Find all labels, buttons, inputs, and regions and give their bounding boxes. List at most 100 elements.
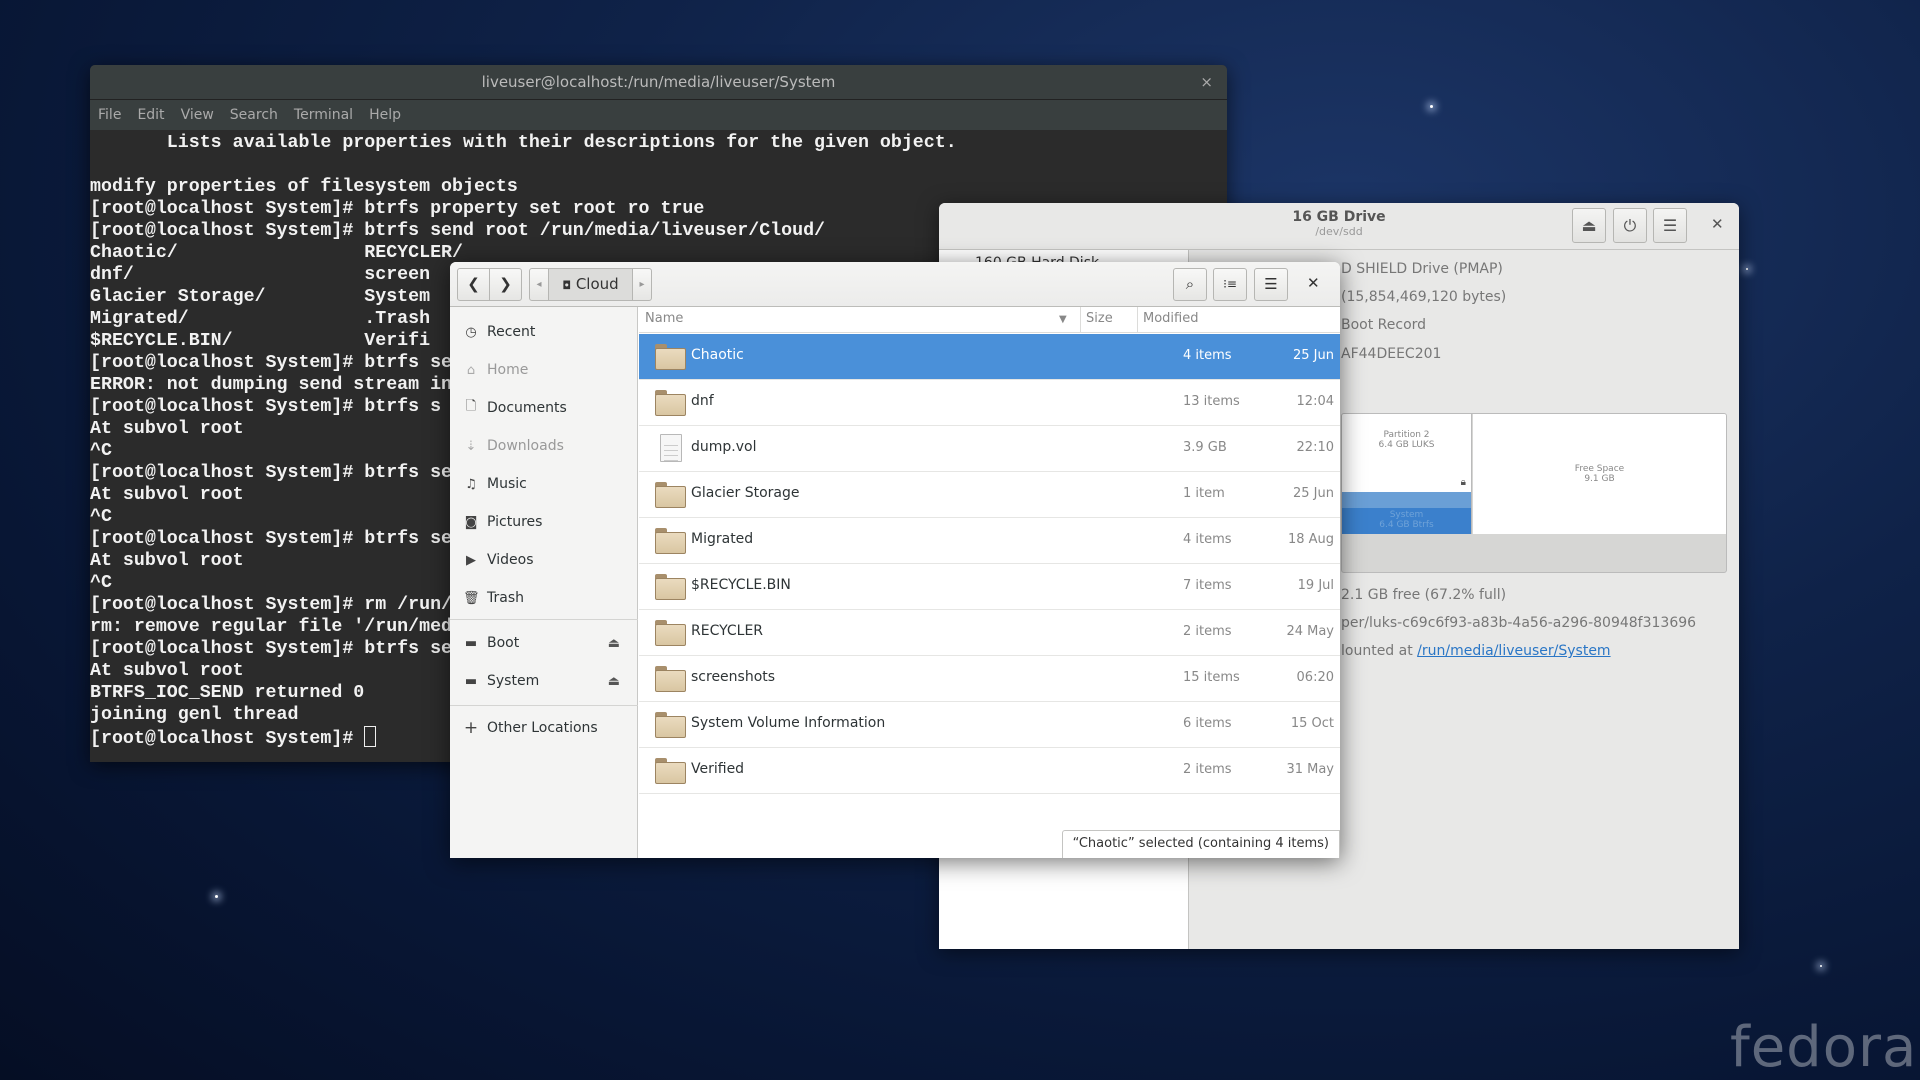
sidebar-item-trash[interactable]: 🗑︎ Trash <box>450 581 638 615</box>
path-scroll-left[interactable]: ◂ <box>529 268 549 301</box>
file-row[interactable]: System Volume Information 6 items 15 Oct <box>639 702 1340 748</box>
eject-icon[interactable]: ⏏ <box>608 636 620 651</box>
partition-name: Partition 2 <box>1383 430 1430 440</box>
file-row[interactable]: RECYCLER 2 items 24 May <box>639 610 1340 656</box>
sidebar-item-label: Pictures <box>487 514 543 530</box>
search-button[interactable]: ⌕ <box>1173 268 1207 301</box>
folder-icon <box>655 620 686 646</box>
terminal-menubar: File Edit View Search Terminal Help <box>90 100 1227 130</box>
terminal-line: modify properties of filesystem objects <box>90 177 518 197</box>
menu-view[interactable]: View <box>181 107 214 123</box>
forward-button[interactable]: ❯ <box>489 268 522 301</box>
menu-button[interactable]: ☰ <box>1254 268 1288 301</box>
sidebar-item-recent[interactable]: ◷ Recent <box>450 315 638 349</box>
places-sidebar: ◷ Recent ⌂ Home 🗋︎ Documents ⇣ Downloads ♫ Music ◙… <box>450 307 638 858</box>
volume-desc: 6.4 GB Btrfs <box>1379 520 1434 530</box>
drive-size: (15,854,469,120 bytes) <box>1341 289 1507 305</box>
sidebar-device-boot[interactable]: ▬ Boot ⏏ <box>450 626 638 660</box>
sidebar-item-home[interactable]: ⌂ Home <box>450 353 638 387</box>
folder-icon <box>655 758 686 784</box>
mount-label: lounted at <box>1341 643 1418 659</box>
folder-icon <box>655 528 686 554</box>
file-row[interactable]: Chaotic 4 items 25 Jun <box>639 334 1340 380</box>
column-size[interactable]: Size <box>1086 311 1113 326</box>
menu-file[interactable]: File <box>98 107 121 123</box>
file-size: 1 item <box>1183 486 1225 501</box>
back-button[interactable]: ❮ <box>457 268 490 301</box>
close-icon[interactable]: ✕ <box>1711 215 1724 233</box>
folder-icon <box>655 482 686 508</box>
file-row[interactable]: dnf 13 items 12:04 <box>639 380 1340 426</box>
menu-search[interactable]: Search <box>230 107 278 123</box>
menu-terminal[interactable]: Terminal <box>294 107 353 123</box>
file-row[interactable]: $RECYCLE.BIN 7 items 19 Jul <box>639 564 1340 610</box>
path-item-cloud[interactable]: ◘ Cloud <box>548 268 633 301</box>
sidebar-item-videos[interactable]: ▶ Videos <box>450 543 638 577</box>
file-name: System Volume Information <box>691 715 886 731</box>
sidebar-item-music[interactable]: ♫ Music <box>450 467 638 501</box>
free-name: Free Space <box>1574 464 1625 474</box>
power-off-button[interactable]: ⏻ <box>1613 208 1647 243</box>
free-space[interactable]: Free Space 9.1 GB <box>1473 414 1726 534</box>
folder-icon <box>655 390 686 416</box>
drive-partitioning: Boot Record <box>1341 317 1427 333</box>
terminal-titlebar[interactable]: liveuser@localhost:/run/media/liveuser/S… <box>90 65 1227 100</box>
file-modified: 19 Jul <box>1297 578 1334 593</box>
lock-icon: 🔒︎ <box>1460 477 1466 488</box>
home-icon: ⌂ <box>466 362 476 378</box>
menu-help[interactable]: Help <box>369 107 401 123</box>
file-modified: 25 Jun <box>1293 348 1334 363</box>
eject-icon[interactable]: ⏏ <box>608 674 620 689</box>
fedora-logo: fedora <box>1730 1015 1918 1080</box>
terminal-line: Lists available properties with their de… <box>90 133 957 153</box>
file-modified: 15 Oct <box>1290 716 1334 731</box>
files-window: ❮ ❯ ◂ ◘ Cloud ▸ ⌕ ⁝≡ ☰ ✕ ◷ Recent ⌂ Home 🗋︎ D… <box>450 262 1340 858</box>
star <box>215 895 218 898</box>
menu-icon: ☰ <box>1264 275 1278 293</box>
file-row[interactable]: screenshots 15 items 06:20 <box>639 656 1340 702</box>
file-size: 3.9 GB <box>1183 440 1227 455</box>
sidebar-device-system[interactable]: ▬ System ⏏ <box>450 664 638 698</box>
menu-edit[interactable]: Edit <box>137 107 164 123</box>
eject-button[interactable]: ⏏ <box>1572 208 1606 243</box>
file-name: Migrated <box>691 531 754 547</box>
sort-descending-icon[interactable]: ▼ <box>1059 314 1067 325</box>
folder-icon <box>655 574 686 600</box>
file-icon <box>660 434 682 462</box>
close-icon[interactable]: × <box>1200 65 1213 100</box>
music-icon: ♫ <box>465 476 477 492</box>
sidebar-item-documents[interactable]: 🗋︎ Documents <box>450 391 638 425</box>
drive-icon: ◘ <box>562 279 572 292</box>
system-volume[interactable]: System 6.4 GB Btrfs <box>1342 492 1472 534</box>
close-icon[interactable]: ✕ <box>1307 274 1320 292</box>
view-options-button[interactable]: ⁝≡ <box>1213 268 1247 301</box>
files-headerbar: ❮ ❯ ◂ ◘ Cloud ▸ ⌕ ⁝≡ ☰ ✕ <box>450 262 1340 307</box>
file-name: Glacier Storage <box>691 485 800 501</box>
file-size: 15 items <box>1183 670 1240 685</box>
column-name[interactable]: Name <box>645 311 683 326</box>
mount-point-link[interactable]: /run/media/liveuser/System <box>1417 643 1610 659</box>
trash-icon: 🗑︎ <box>463 590 480 606</box>
chevron-right-icon: ❯ <box>499 275 512 293</box>
path-scroll-right[interactable]: ▸ <box>632 268 652 301</box>
column-modified[interactable]: Modified <box>1143 311 1198 326</box>
camera-icon: ◙ <box>464 514 478 530</box>
sidebar-item-pictures[interactable]: ◙ Pictures <box>450 505 638 539</box>
sidebar-other-locations[interactable]: + Other Locations <box>450 711 638 745</box>
file-row[interactable]: Glacier Storage 1 item 25 Jun <box>639 472 1340 518</box>
free-desc: 9.1 GB <box>1584 474 1615 484</box>
sidebar-item-downloads[interactable]: ⇣ Downloads <box>450 429 638 463</box>
file-row[interactable]: dump.vol 3.9 GB 22:10 <box>639 426 1340 472</box>
file-modified: 06:20 <box>1296 670 1334 685</box>
menu-icon: ☰ <box>1662 216 1678 235</box>
sidebar-item-label: Downloads <box>487 438 564 454</box>
search-icon: ⌕ <box>1185 275 1195 293</box>
file-size: 4 items <box>1183 348 1232 363</box>
file-name: RECYCLER <box>691 623 764 639</box>
partition-2[interactable]: Partition 2 6.4 GB LUKS 🔒︎ <box>1342 414 1472 492</box>
file-row[interactable]: Migrated 4 items 18 Aug <box>639 518 1340 564</box>
eject-icon: ⏏ <box>1581 216 1597 235</box>
file-row[interactable]: Verified 2 items 31 May <box>639 748 1340 794</box>
drive-menu-button[interactable]: ☰ <box>1653 208 1687 243</box>
file-modified: 22:10 <box>1296 440 1334 455</box>
